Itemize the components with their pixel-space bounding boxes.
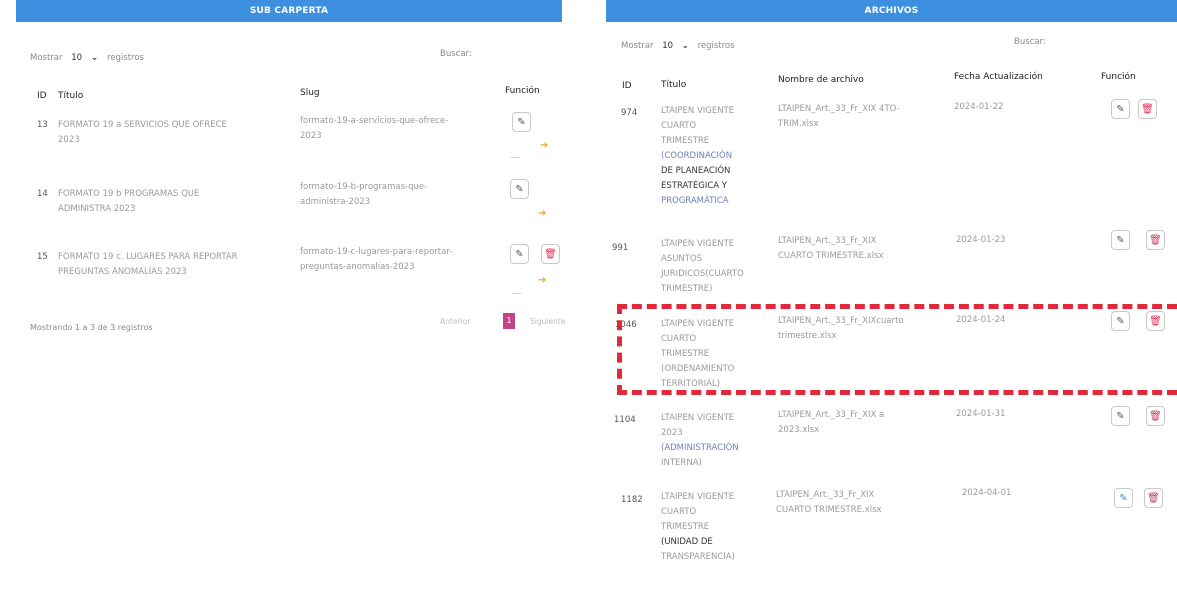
show-entries-control[interactable]: Mostrar 10 ⌄ registros bbox=[621, 41, 735, 51]
divider bbox=[512, 293, 522, 294]
col-slug[interactable]: Slug bbox=[300, 88, 320, 98]
edit-icon[interactable]: ✎ bbox=[510, 244, 529, 264]
row-slug: formato-19-a-servicios-que-ofrece- 2023 bbox=[300, 116, 449, 141]
divider bbox=[510, 157, 520, 158]
row-filename: LTAIPEN_Art._33_Fr_XIX 4TO- TRIM.xlsx bbox=[778, 104, 900, 129]
edit-icon[interactable]: ✎ bbox=[512, 112, 531, 132]
entries-select[interactable]: 10 bbox=[662, 41, 673, 51]
pager-page-1[interactable]: 1 bbox=[503, 313, 515, 329]
row-id: 15 bbox=[37, 252, 48, 262]
trash-icon[interactable]: 🗑 bbox=[1146, 230, 1165, 250]
edit-icon[interactable]: ✎ bbox=[1111, 406, 1130, 426]
edit-icon[interactable]: ✎ bbox=[1114, 488, 1133, 508]
edit-icon[interactable]: ✎ bbox=[1111, 99, 1130, 119]
row-highlight bbox=[617, 304, 1177, 395]
edit-icon[interactable]: ✎ bbox=[510, 179, 529, 199]
files-panel: ARCHIVOS Mostrar 10 ⌄ registros Buscar: … bbox=[606, 0, 1177, 592]
row-date: 2024-01-22 bbox=[954, 102, 1004, 112]
row-id: 14 bbox=[37, 189, 48, 199]
col-title[interactable]: Título bbox=[58, 91, 83, 101]
row-title[interactable]: FORMATO 19 b PROGRAMAS QUE ADMINISTRA 202… bbox=[58, 187, 288, 217]
edit-icon[interactable]: ✎ bbox=[1111, 230, 1130, 250]
show-entries-control[interactable]: Mostrar 10 ⌄ registros bbox=[30, 53, 150, 63]
row-id: 1104 bbox=[614, 415, 636, 425]
col-id[interactable]: ID bbox=[37, 91, 47, 101]
row-title[interactable]: FORMATO 19 c. LUGARES PARA REPORTAR PREGU… bbox=[58, 250, 298, 280]
trash-icon[interactable]: 🗑 bbox=[1146, 406, 1165, 426]
entries-select[interactable]: 10 bbox=[71, 53, 82, 63]
search-label: Buscar: bbox=[1014, 37, 1046, 47]
row-title[interactable]: LTAIPEN VIGENTE CUARTO TRIMESTRE (COORDINA… bbox=[661, 104, 771, 209]
pager-prev[interactable]: Anterior bbox=[440, 317, 470, 326]
arrow-right-icon[interactable]: ➔ bbox=[538, 275, 546, 286]
row-slug: formato-19-b-programas-que-administra-20… bbox=[300, 182, 428, 207]
col-date[interactable]: Fecha Actualización bbox=[954, 72, 1043, 82]
chevron-down-icon[interactable]: ⌄ bbox=[91, 53, 99, 63]
chevron-down-icon[interactable]: ⌄ bbox=[682, 41, 689, 51]
records-info: Mostrando 1 a 3 de 3 registros bbox=[30, 323, 153, 332]
row-title[interactable]: LTAIPEN VIGENTE CUARTO TRIMESTRE (UNIDAD DE… bbox=[661, 490, 776, 565]
row-title[interactable]: LTAIPEN VIGENTE 2023 (ADMINISTRACIÓN INTERN… bbox=[661, 411, 776, 471]
row-slug: formato-19-c-lugares-para-reportar-pregu… bbox=[300, 247, 453, 272]
row-id: 991 bbox=[612, 243, 629, 253]
search-label: Buscar: bbox=[440, 49, 472, 59]
row-title[interactable]: LTAIPEN VIGENTE ASUNTOS JURIDICOS(CUARTO TR… bbox=[661, 237, 781, 297]
col-title[interactable]: Título bbox=[661, 80, 686, 90]
subfolder-panel: SUB CARPERTA Mostrar 10 ⌄ registros Busc… bbox=[0, 0, 580, 592]
arrow-right-icon[interactable]: ➔ bbox=[538, 208, 546, 219]
row-filename: LTAIPEN_Art._33_Fr_XIX a 2023.xlsx bbox=[778, 410, 885, 435]
row-id: 974 bbox=[621, 108, 638, 118]
row-date: 2024-01-31 bbox=[956, 409, 1006, 419]
col-id[interactable]: ID bbox=[622, 81, 632, 91]
col-function: Función bbox=[505, 86, 540, 96]
files-header: ARCHIVOS bbox=[606, 0, 1177, 22]
pager-next[interactable]: Siguiente bbox=[530, 317, 565, 326]
col-filename[interactable]: Nombre de archivo bbox=[778, 75, 864, 85]
row-date: 2024-04-01 bbox=[962, 488, 1012, 498]
trash-icon[interactable]: 🗑 bbox=[1144, 488, 1163, 508]
row-date: 2024-01-23 bbox=[956, 235, 1006, 245]
arrow-right-icon[interactable]: ➔ bbox=[540, 140, 548, 151]
row-id: 1182 bbox=[621, 495, 643, 505]
row-filename: LTAIPEN_Art._33_Fr_XIX CUARTO TRIMESTRE.x… bbox=[778, 236, 884, 261]
trash-icon[interactable]: 🗑 bbox=[541, 244, 560, 264]
row-filename: LTAIPEN_Art._33_Fr_XIX CUARTO TRIMESTRE.x… bbox=[776, 490, 882, 515]
row-title[interactable]: FORMATO 19 a SERVICIOS QUE OFRECE 2023 bbox=[58, 118, 288, 148]
subfolder-header: SUB CARPERTA bbox=[16, 0, 562, 22]
trash-icon[interactable]: 🗑 bbox=[1138, 99, 1157, 119]
col-function: Función bbox=[1101, 72, 1136, 82]
row-id: 13 bbox=[37, 120, 48, 130]
